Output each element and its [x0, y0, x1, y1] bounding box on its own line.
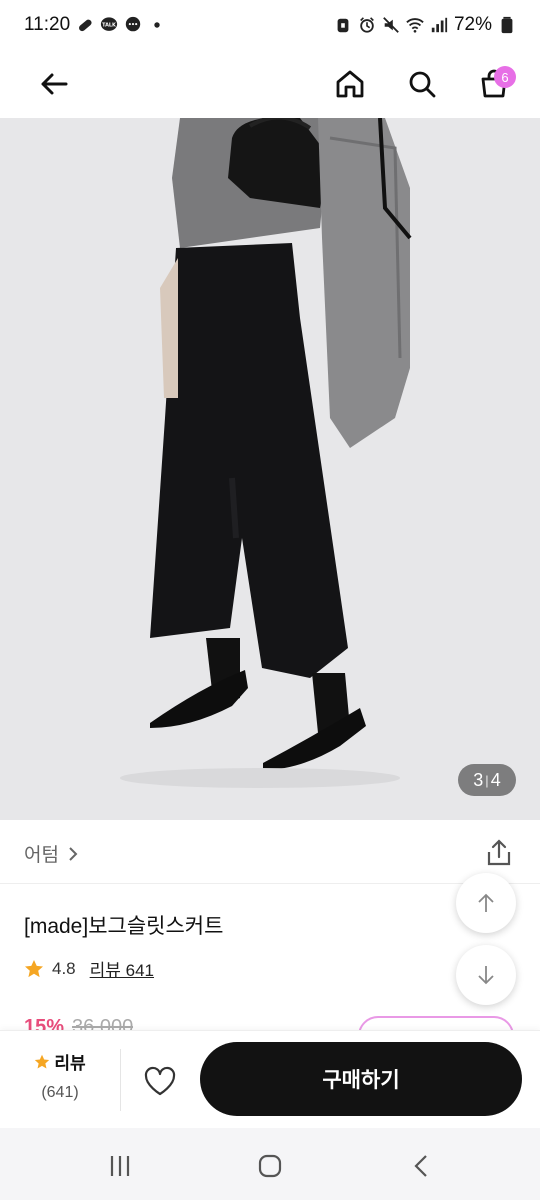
image-current: 3: [473, 769, 484, 790]
back-arrow-icon: [41, 73, 68, 95]
purchase-bar: 리뷰 (641) 구매하기: [0, 1030, 540, 1128]
battery-percent: 72%: [453, 14, 492, 35]
dot-icon: [148, 16, 166, 34]
battery-icon: [498, 16, 516, 34]
arrow-up-icon: [478, 893, 494, 912]
divider: [120, 1049, 121, 1111]
image-total: 4: [490, 769, 501, 790]
share-icon: [487, 839, 511, 866]
review-count-link[interactable]: 리뷰 641: [90, 956, 154, 981]
secure-folder-icon: [334, 16, 352, 34]
recent-apps-icon: [110, 1156, 130, 1176]
status-left: 11:20 TALK: [24, 14, 166, 36]
wishlist-button[interactable]: [140, 1061, 180, 1101]
app-header: 6: [0, 50, 540, 118]
scroll-top-button[interactable]: [456, 873, 516, 933]
product-photo: [0, 118, 540, 820]
cart-count-badge: 6: [494, 66, 516, 88]
discount-rate: 15%: [24, 1016, 65, 1030]
back-button[interactable]: [30, 60, 78, 108]
arrow-down-icon: [478, 966, 494, 985]
review-count: (641): [41, 1084, 79, 1101]
buy-button[interactable]: 구매하기: [200, 1042, 522, 1116]
scroll-bottom-button[interactable]: [456, 945, 516, 1005]
wifi-icon: [406, 16, 424, 34]
system-home-button[interactable]: [250, 1146, 290, 1186]
rating-value: 4.8: [52, 958, 76, 978]
chat-bubble-icon: [124, 16, 142, 34]
brand-name: 어텀: [24, 845, 59, 866]
review-label: 리뷰: [54, 1054, 86, 1073]
cart-button[interactable]: 6: [470, 60, 518, 108]
review-summary-button[interactable]: 리뷰 (641): [20, 1049, 100, 1102]
system-nav-bar: [0, 1128, 540, 1200]
image-counter-separator: |: [485, 772, 489, 788]
original-price: 36,000: [72, 1016, 134, 1030]
search-button[interactable]: [398, 60, 446, 108]
mute-icon: [382, 16, 400, 34]
chevron-right-icon: [69, 846, 78, 861]
star-icon: [35, 1054, 50, 1068]
signal-icon: [430, 16, 448, 34]
product-title: [made]보그슬릿스커트: [24, 915, 224, 938]
status-time: 11:20: [24, 14, 71, 35]
heart-icon: [144, 1066, 176, 1096]
status-right: 72%: [334, 14, 516, 36]
back-chevron-icon: [414, 1155, 427, 1177]
star-icon: [25, 959, 43, 977]
image-counter: 3 | 4: [458, 764, 516, 796]
brand-row: 어텀: [0, 820, 540, 884]
price-row: 15% 36,000: [24, 1016, 133, 1030]
recent-apps-button[interactable]: [100, 1146, 140, 1186]
link-icon: [76, 16, 94, 34]
product-image-carousel[interactable]: 3 | 4: [0, 118, 540, 820]
system-back-button[interactable]: [402, 1146, 442, 1186]
status-bar: 11:20 TALK 72%: [0, 0, 540, 50]
share-button[interactable]: [484, 838, 514, 868]
review-summary-title: 리뷰: [20, 1049, 100, 1074]
coupon-button[interactable]: [358, 1016, 514, 1030]
brand-link[interactable]: 어텀: [24, 840, 81, 867]
alarm-icon: [358, 16, 376, 34]
kakaotalk-label: TALK: [102, 22, 116, 28]
search-icon: [409, 71, 436, 98]
home-icon: [336, 70, 364, 98]
kakaotalk-icon: TALK: [100, 16, 118, 34]
home-circle-icon: [258, 1154, 282, 1178]
rating-row: 4.8 리뷰 641: [24, 956, 154, 981]
home-button[interactable]: [326, 60, 374, 108]
